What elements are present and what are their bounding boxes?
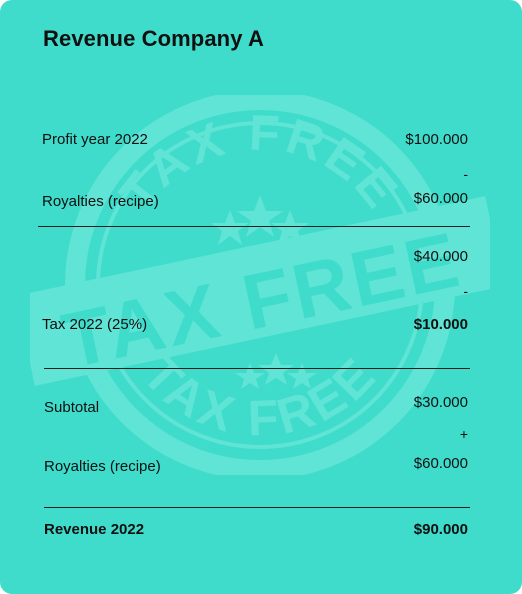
minus-operator: - [463, 166, 468, 182]
divider [44, 368, 470, 369]
total-label: Revenue 2022 [44, 521, 145, 538]
subtotal-label: Subtotal [44, 399, 100, 416]
subtotal-value: $30.000 [413, 394, 468, 411]
profit-value: $100.000 [405, 131, 468, 148]
royalties-value: $60.000 [413, 455, 468, 472]
tax-value: $10.000 [413, 316, 468, 333]
royalties-label: Royalties (recipe) [44, 458, 161, 475]
tax-label: Tax 2022 (25%) [42, 316, 148, 333]
royalties-value: $60.000 [413, 190, 468, 207]
card-title: Revenue Company A [43, 26, 264, 51]
plus-operator: + [459, 426, 468, 442]
royalties-label: Royalties (recipe) [42, 193, 159, 210]
svg-text:TAX FREE: TAX FREE [132, 345, 388, 446]
minus-operator: - [463, 283, 468, 299]
profit-label: Profit year 2022 [42, 131, 148, 148]
tax-free-stamp-watermark: TAX FREE TAX FREE TAX FREE [30, 95, 490, 475]
svg-text:TAX FREE: TAX FREE [55, 215, 468, 385]
divider [44, 507, 470, 508]
intermediate-value: $40.000 [413, 248, 468, 265]
divider [38, 226, 470, 227]
revenue-card: TAX FREE TAX FREE TAX FREE Revenue Compa… [0, 0, 522, 594]
total-value: $90.000 [413, 521, 468, 538]
